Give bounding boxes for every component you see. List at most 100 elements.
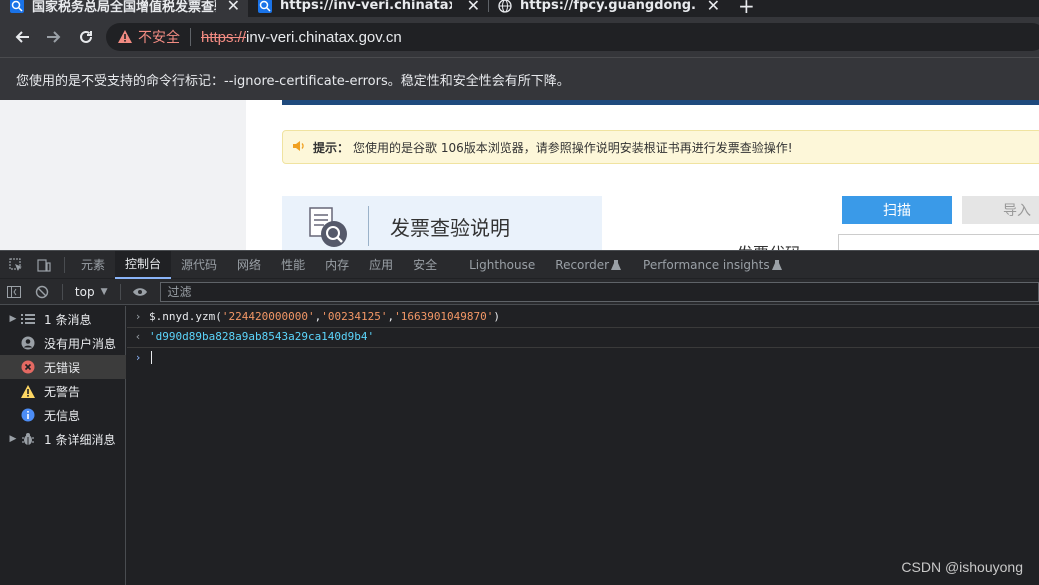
console-prompt[interactable]: ›: [127, 346, 1039, 368]
context-select[interactable]: top ▼: [75, 285, 108, 299]
console-command: $.nnyd.yzm('224420000000','00234125','16…: [149, 310, 501, 323]
browser-toolbar: 不安全 https:// inv-veri.chinatax.gov.cn: [0, 17, 1039, 57]
prompt-chevron-icon: ›: [134, 350, 142, 364]
expand-arrow-icon[interactable]: ▶: [6, 314, 20, 324]
expand-arrow-icon[interactable]: ▶: [6, 434, 20, 444]
devtools-tab-sources[interactable]: 源代码: [171, 251, 227, 279]
search-icon: [258, 0, 272, 13]
filter-placeholder: 过滤: [167, 285, 192, 299]
scan-button[interactable]: 扫描: [842, 196, 952, 224]
notice-banner: 提示： 您使用的是谷歌 106版本浏览器，请参照操作说明安装根证书再进行发票查验…: [282, 130, 1039, 164]
flask-icon: [771, 255, 782, 274]
devtools-tab-network[interactable]: 网络: [227, 251, 271, 279]
device-toolbar-icon[interactable]: [30, 251, 58, 279]
user-icon: [20, 335, 36, 351]
flask-icon: [611, 255, 622, 274]
console-sidebar: ▶ 1 条消息 没有用户消息 无错误 无警告 无信息 ▶ 1 条详细消息: [0, 306, 126, 585]
reload-icon: [80, 30, 92, 43]
divider: [61, 283, 63, 300]
inspect-element-icon[interactable]: [2, 251, 30, 279]
sidebar-item-label: 无信息: [44, 408, 81, 423]
import-button[interactable]: 导入: [962, 196, 1039, 224]
filter-input[interactable]: 过滤: [160, 281, 1039, 302]
bug-icon: [20, 431, 36, 447]
devtools-tab-performance-insights[interactable]: Performance insights: [633, 251, 772, 279]
devtools-tab-performance[interactable]: 性能: [271, 251, 315, 279]
text-caret: [151, 350, 152, 364]
address-bar[interactable]: 不安全 https:// inv-veri.chinatax.gov.cn: [106, 23, 1039, 51]
guide-card[interactable]: 发票查验说明: [282, 196, 602, 250]
error-icon: [20, 359, 36, 375]
devtools-tab-memory[interactable]: 内存: [315, 251, 359, 279]
sidebar-item-label: 无错误: [44, 360, 81, 375]
infobar: 您使用的是不受支持的命令行标记：--ignore-certificate-err…: [0, 57, 1039, 100]
sidebar-item-verbose[interactable]: ▶ 1 条详细消息: [0, 427, 126, 451]
console-input-line: › $.nnyd.yzm('224420000000','00234125','…: [127, 306, 1039, 328]
url-scheme: https://: [201, 28, 247, 46]
console-result-line: ‹ 'd990d89ba828a9ab8543a29ca140d9b4': [127, 326, 1039, 348]
clear-console-icon[interactable]: [28, 278, 56, 306]
tab-strip: 国家税务总局全国增值税发票查验平台 ✕ https://inv-veri.chi…: [0, 0, 1039, 17]
url-host: inv-veri.chinatax.gov.cn: [246, 28, 402, 46]
divider: [190, 28, 191, 46]
sidebar-item-info[interactable]: 无信息: [0, 403, 126, 427]
result-chevron-icon: ‹: [134, 330, 142, 343]
devtools-tab-elements[interactable]: 元素: [71, 251, 115, 279]
devtools-tab-console[interactable]: 控制台: [115, 250, 172, 279]
sidebar-toggle-icon[interactable]: [0, 278, 28, 306]
sidebar-item-label: 1 条消息: [44, 312, 92, 327]
info-icon: [20, 407, 36, 423]
devtools-tab-application[interactable]: 应用: [359, 251, 403, 279]
infobar-text: 您使用的是不受支持的命令行标记：--ignore-certificate-err…: [16, 73, 570, 89]
divider: [119, 283, 121, 300]
list-icon: [20, 311, 36, 327]
security-status[interactable]: 不安全: [138, 27, 180, 47]
browser-tab[interactable]: https://fpcy.guangdong.chinatax.gov.cn ✕: [488, 0, 728, 17]
guide-title: 发票查验说明: [390, 216, 510, 240]
back-button[interactable]: [10, 25, 34, 49]
invoice-code-input[interactable]: [838, 234, 1039, 250]
eye-icon[interactable]: [127, 278, 155, 306]
reload-button[interactable]: [74, 25, 98, 49]
left-panel: [0, 100, 246, 250]
sidebar-item-label: 1 条详细消息: [44, 432, 116, 447]
sidebar-item-label: 没有用户消息: [44, 336, 117, 351]
warning-icon: [20, 383, 36, 399]
devtools-tabbar: 元素 控制台 源代码 网络 性能 内存 应用 安全 Lighthouse Rec…: [0, 250, 1039, 279]
sidebar-item-warnings[interactable]: 无警告: [0, 379, 126, 403]
new-tab-button[interactable]: +: [738, 0, 762, 17]
search-icon: [10, 0, 24, 13]
site-navbar: [282, 100, 1039, 105]
sidebar-item-label: 无警告: [44, 384, 81, 399]
console-output[interactable]: › $.nnyd.yzm('224420000000','00234125','…: [127, 306, 1039, 585]
sidebar-item-user-messages[interactable]: 没有用户消息: [0, 331, 126, 355]
forward-arrow-icon: [47, 31, 61, 43]
context-value: top: [74, 284, 95, 299]
chevron-down-icon: ▼: [100, 286, 108, 297]
tab-title: 国家税务总局全国增值税发票查验平台: [32, 0, 216, 15]
globe-icon: [498, 0, 512, 13]
browser-tab-active[interactable]: 国家税务总局全国增值税发票查验平台 ✕: [0, 0, 248, 17]
console-result[interactable]: 'd990d89ba828a9ab8543a29ca140d9b4': [149, 330, 374, 343]
invoice-code-label: 发票代码: [737, 240, 801, 250]
divider: [368, 206, 369, 246]
speaker-icon: [293, 140, 307, 155]
sidebar-item-errors[interactable]: 无错误: [0, 355, 126, 379]
forward-button[interactable]: [42, 25, 66, 49]
notice-text: 您使用的是谷歌 106版本浏览器，请参照操作说明安装根证书再进行发票查验操作!: [353, 140, 793, 155]
divider: [64, 256, 65, 273]
close-tab-icon[interactable]: ✕: [707, 0, 720, 15]
close-tab-icon[interactable]: ✕: [467, 0, 480, 15]
devtools-tab-lighthouse[interactable]: Lighthouse: [459, 251, 545, 279]
tab-title: https://inv-veri.chinatax.gov.cn: [280, 0, 452, 13]
sidebar-item-messages[interactable]: ▶ 1 条消息: [0, 307, 126, 331]
watermark: CSDN @ishouyong: [901, 559, 1023, 575]
close-tab-icon[interactable]: ✕: [227, 0, 240, 15]
page-viewport: 提示： 您使用的是谷歌 106版本浏览器，请参照操作说明安装根证书再进行发票查验…: [0, 100, 1039, 250]
devtools-tab-recorder[interactable]: Recorder: [545, 251, 611, 279]
devtools-tab-security[interactable]: 安全: [403, 251, 447, 279]
notice-label: 提示：: [313, 140, 350, 155]
warning-icon[interactable]: [118, 28, 132, 47]
browser-tab[interactable]: https://inv-veri.chinatax.gov.cn ✕: [248, 0, 488, 17]
back-arrow-icon: [15, 31, 29, 43]
